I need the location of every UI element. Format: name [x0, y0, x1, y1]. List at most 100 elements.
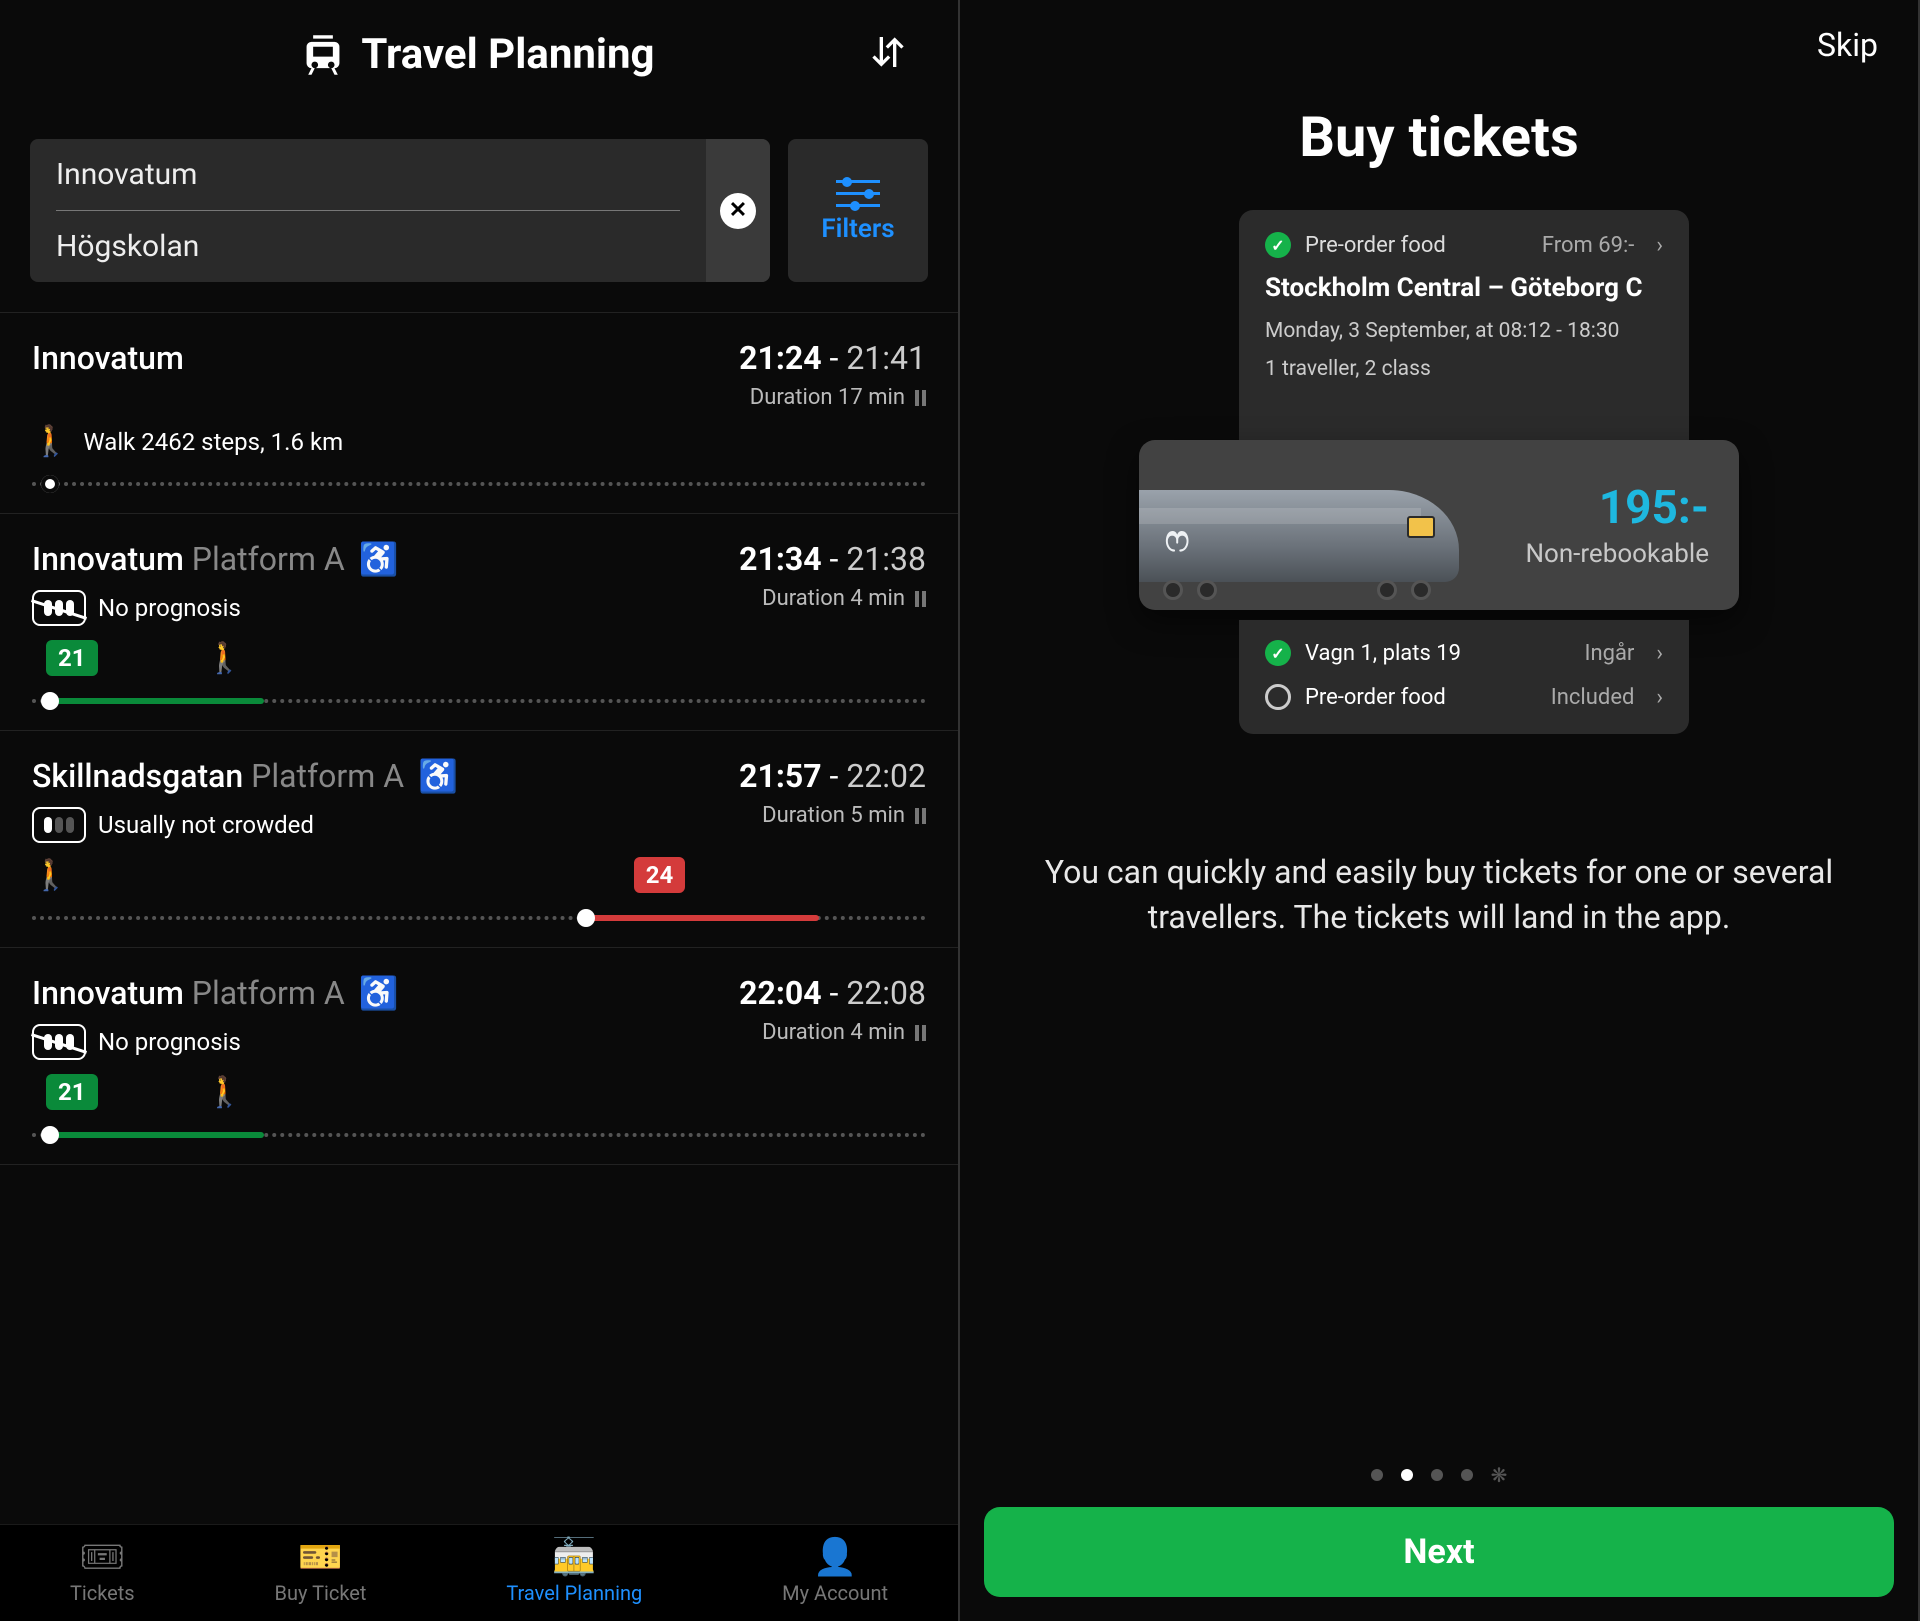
- skip-button[interactable]: Skip: [1817, 26, 1878, 64]
- clear-search-button[interactable]: ✕: [720, 193, 756, 229]
- crowd-icon: [32, 807, 86, 843]
- nav-label: Travel Planning: [506, 1581, 642, 1605]
- crowd-icon: [32, 1024, 86, 1060]
- preorder2-label: Pre-order food: [1305, 685, 1446, 710]
- trip-results[interactable]: Innovatum21:24 - 21:41Duration 17 min🚶Wa…: [0, 312, 958, 1524]
- wheelchair-icon: ♿: [359, 540, 399, 578]
- ticket-illustration: ✓ Pre-order food From 69:- › Stockholm C…: [1179, 210, 1699, 830]
- trip-times: 21:24 - 21:41: [739, 339, 926, 377]
- line-badge: 21: [46, 1074, 98, 1110]
- trip-mode-row: 21 🚶: [32, 640, 926, 676]
- wheelchair-icon: ♿: [359, 974, 399, 1012]
- tram-icon: [303, 32, 343, 78]
- date-line: Monday, 3 September, at 08:12 - 18:30: [1265, 319, 1663, 343]
- pause-icon: [915, 808, 926, 824]
- seat-suffix: Ingår: [1584, 641, 1634, 666]
- nav-buy-ticket[interactable]: 🎫Buy Ticket: [275, 1539, 367, 1605]
- progress-dot-icon: [41, 475, 59, 493]
- trip-location: Skillnadsgatan Platform A ♿: [32, 757, 458, 795]
- pause-icon: [915, 591, 926, 607]
- route-text: Stockholm Central – Göteborg C: [1265, 272, 1663, 305]
- preorder-label: Pre-order food: [1305, 233, 1446, 258]
- nav-label: My Account: [782, 1581, 888, 1605]
- trip-duration: Duration 4 min: [739, 1020, 926, 1045]
- preorder-row[interactable]: ✓ Pre-order food From 69:- ›: [1265, 232, 1663, 258]
- trip-item[interactable]: Innovatum Platform A ♿ No prognosis 21:34 …: [0, 514, 958, 731]
- train-illustration: ෆ: [1139, 440, 1479, 610]
- filters-button[interactable]: Filters: [788, 139, 928, 282]
- crowd-text: No prognosis: [98, 594, 241, 622]
- radio-unchecked-icon: [1265, 684, 1291, 710]
- trip-location: Innovatum Platform A ♿: [32, 974, 399, 1012]
- progress-dot-icon: [577, 909, 595, 927]
- chevron-right-icon: ›: [1656, 233, 1663, 258]
- page-dot[interactable]: [1461, 1469, 1473, 1481]
- trip-times: 21:34 - 21:38: [739, 540, 926, 578]
- preorder-price: From 69:-: [1542, 233, 1635, 258]
- nav-tickets[interactable]: 🎟Tickets: [70, 1539, 135, 1605]
- trip-progress: [32, 696, 926, 706]
- from-input[interactable]: Innovatum: [56, 157, 680, 192]
- onboarding-header: Skip: [960, 0, 1918, 64]
- nav-icon: 👤: [813, 1539, 858, 1575]
- chevron-right-icon: ›: [1656, 685, 1663, 710]
- sj-logo-icon: ෆ: [1165, 518, 1185, 561]
- sliders-icon: [836, 178, 880, 208]
- preorder2-row[interactable]: Pre-order food Included ›: [1265, 684, 1663, 710]
- progress-dot-icon: [41, 1126, 59, 1144]
- chevron-right-icon: ›: [1656, 641, 1663, 666]
- traveller-line: 1 traveller, 2 class: [1265, 357, 1663, 381]
- page-dot[interactable]: [1371, 1469, 1383, 1481]
- trip-progress: [32, 913, 926, 923]
- trip-mode-row: 21🚶: [32, 1074, 926, 1110]
- buy-tickets-screen: Skip Buy tickets ✓ Pre-order food From 6…: [960, 0, 1920, 1621]
- trip-item[interactable]: Innovatum Platform A ♿ No prognosis 22:04 …: [0, 948, 958, 1165]
- seat-label: Vagn 1, plats 19: [1305, 641, 1461, 666]
- walk-icon: 🚶: [206, 641, 243, 676]
- nav-label: Buy Ticket: [275, 1581, 367, 1605]
- travel-planning-screen: Travel Planning Innovatum Högskolan ✕ Fi…: [0, 0, 960, 1621]
- trip-mode-row: 🚶24: [32, 857, 926, 893]
- trip-location: Innovatum Platform A ♿: [32, 540, 399, 578]
- swap-direction-button[interactable]: [868, 32, 908, 72]
- search-divider: [56, 210, 680, 211]
- pause-icon: [915, 1025, 926, 1041]
- to-input[interactable]: Högskolan: [56, 229, 680, 264]
- trip-location: Innovatum: [32, 339, 184, 377]
- nav-my-account[interactable]: 👤 My Account: [782, 1539, 888, 1605]
- crowd-info: No prognosis: [32, 1024, 399, 1060]
- next-button[interactable]: Next: [984, 1507, 1894, 1597]
- check-icon: ✓: [1265, 232, 1291, 258]
- price-note: Non-rebookable: [1499, 539, 1709, 569]
- crowd-text: Usually not crowded: [98, 811, 314, 839]
- seat-row[interactable]: ✓ Vagn 1, plats 19 Ingår ›: [1265, 640, 1663, 666]
- trip-item[interactable]: Skillnadsgatan Platform A ♿ Usually not c…: [0, 731, 958, 948]
- onboarding-description: You can quickly and easily buy tickets f…: [960, 830, 1918, 940]
- search-row: Innovatum Högskolan ✕ Filters: [0, 99, 958, 312]
- page-title: Travel Planning: [303, 30, 654, 79]
- page-indicator: ❋: [960, 1419, 1918, 1507]
- price-card: ෆ 195:- Non-rebookable: [1139, 440, 1739, 610]
- trip-progress: [32, 1130, 926, 1140]
- progress-dot-icon: [41, 692, 59, 710]
- trip-item[interactable]: Innovatum21:24 - 21:41Duration 17 min🚶Wa…: [0, 313, 958, 514]
- wheelchair-icon: ♿: [418, 757, 458, 795]
- filters-label: Filters: [821, 214, 894, 244]
- page-dot[interactable]: [1401, 1469, 1413, 1481]
- nav-travel-planning[interactable]: 🚋Travel Planning: [506, 1539, 642, 1605]
- search-box: Innovatum Högskolan ✕: [30, 139, 770, 282]
- page-dot[interactable]: [1431, 1469, 1443, 1481]
- crowd-text: No prognosis: [98, 1028, 241, 1056]
- check-icon: ✓: [1265, 640, 1291, 666]
- price-value: 195:-: [1499, 481, 1709, 535]
- line-badge: 21: [46, 640, 98, 676]
- ticket-card-bottom: ✓ Vagn 1, plats 19 Ingår › Pre-order foo…: [1239, 620, 1689, 734]
- trip-times: 21:57 - 22:02: [739, 757, 926, 795]
- nav-label: Tickets: [70, 1581, 135, 1605]
- walk-icon: 🚶: [32, 858, 69, 893]
- walk-icon: 🚶: [32, 424, 69, 459]
- crowd-info: No prognosis: [32, 590, 399, 626]
- trip-duration: Duration 17 min: [739, 385, 926, 410]
- preorder2-suffix: Included: [1551, 685, 1635, 710]
- trip-times: 22:04 - 22:08: [739, 974, 926, 1012]
